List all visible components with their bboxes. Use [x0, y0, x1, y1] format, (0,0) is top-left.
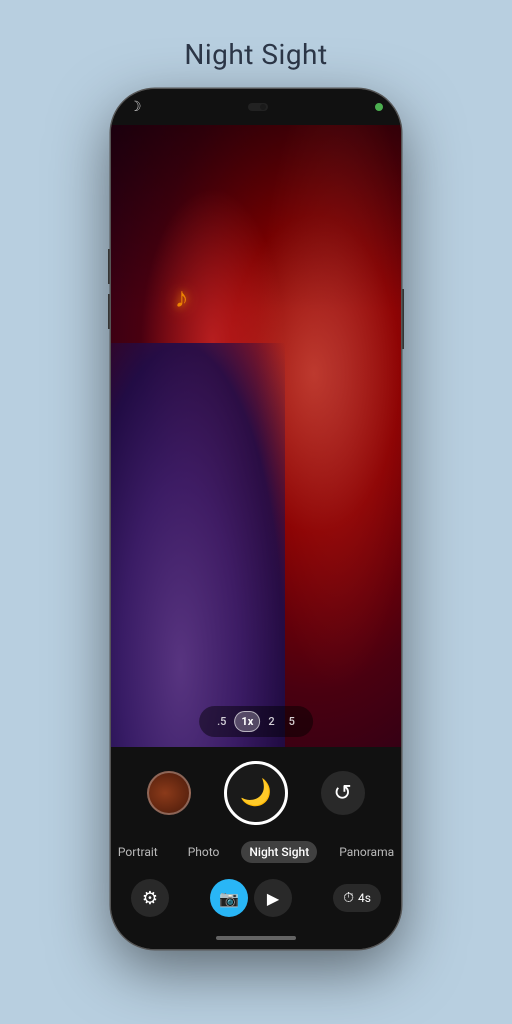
mode-portrait[interactable]: Portrait — [111, 841, 166, 863]
video-mode-button[interactable]: ▶ — [254, 879, 292, 917]
front-camera-dot — [260, 104, 266, 110]
phone-screen: ☽ ♪ .5 1x 2 5 — [111, 89, 401, 949]
home-indicator — [111, 927, 401, 949]
zoom-0-5[interactable]: .5 — [211, 712, 232, 731]
photo-icon: 📷 — [219, 889, 239, 908]
settings-icon: ⚙ — [142, 888, 158, 909]
night-mode-icon: ☽ — [129, 99, 142, 115]
mode-photo[interactable]: Photo — [180, 841, 228, 863]
status-left: ☽ — [129, 99, 142, 115]
person-area — [242, 125, 402, 747]
timer-icon: ⏱ — [343, 890, 354, 906]
shutter-button[interactable]: 🌙 — [224, 761, 288, 825]
shutter-row: 🌙 ↺ — [111, 761, 401, 835]
status-bar: ☽ — [111, 89, 401, 125]
flip-camera-button[interactable]: ↺ — [321, 771, 365, 815]
zoom-1x[interactable]: 1x — [234, 711, 260, 732]
video-icon: ▶ — [267, 889, 279, 908]
media-mode-buttons: 📷 ▶ — [210, 879, 292, 917]
home-bar — [216, 936, 296, 940]
zoom-5x[interactable]: 5 — [283, 712, 301, 731]
neon-sign: ♪ — [175, 281, 189, 314]
signal-indicator — [375, 103, 383, 111]
phone-frame-wrapper: ☽ ♪ .5 1x 2 5 — [111, 89, 401, 949]
timer-button[interactable]: ⏱ 4s — [333, 884, 381, 912]
page-title: Night Sight — [184, 38, 327, 71]
camera-viewfinder: ♪ .5 1x 2 5 — [111, 125, 401, 747]
viewfinder-image: ♪ — [111, 125, 401, 747]
thumbnail-button[interactable] — [147, 771, 191, 815]
night-sight-icon: 🌙 — [240, 778, 272, 808]
mode-night-sight[interactable]: Night Sight — [241, 841, 317, 863]
flip-camera-icon: ↺ — [333, 781, 351, 806]
mode-panorama[interactable]: Panorama — [331, 841, 401, 863]
camera-notch — [248, 103, 268, 111]
photo-mode-button[interactable]: 📷 — [210, 879, 248, 917]
zoom-2x[interactable]: 2 — [262, 712, 280, 731]
camera-controls: 🌙 ↺ Portrait Photo Night Sight Panorama … — [111, 747, 401, 949]
camera-mode-row: Portrait Photo Night Sight Panorama — [111, 835, 401, 873]
bottom-toolbar: ⚙ 📷 ▶ ⏱ 4s — [111, 873, 401, 927]
settings-button[interactable]: ⚙ — [131, 879, 169, 917]
timer-label: 4s — [358, 891, 371, 905]
zoom-controls: .5 1x 2 5 — [199, 706, 313, 737]
